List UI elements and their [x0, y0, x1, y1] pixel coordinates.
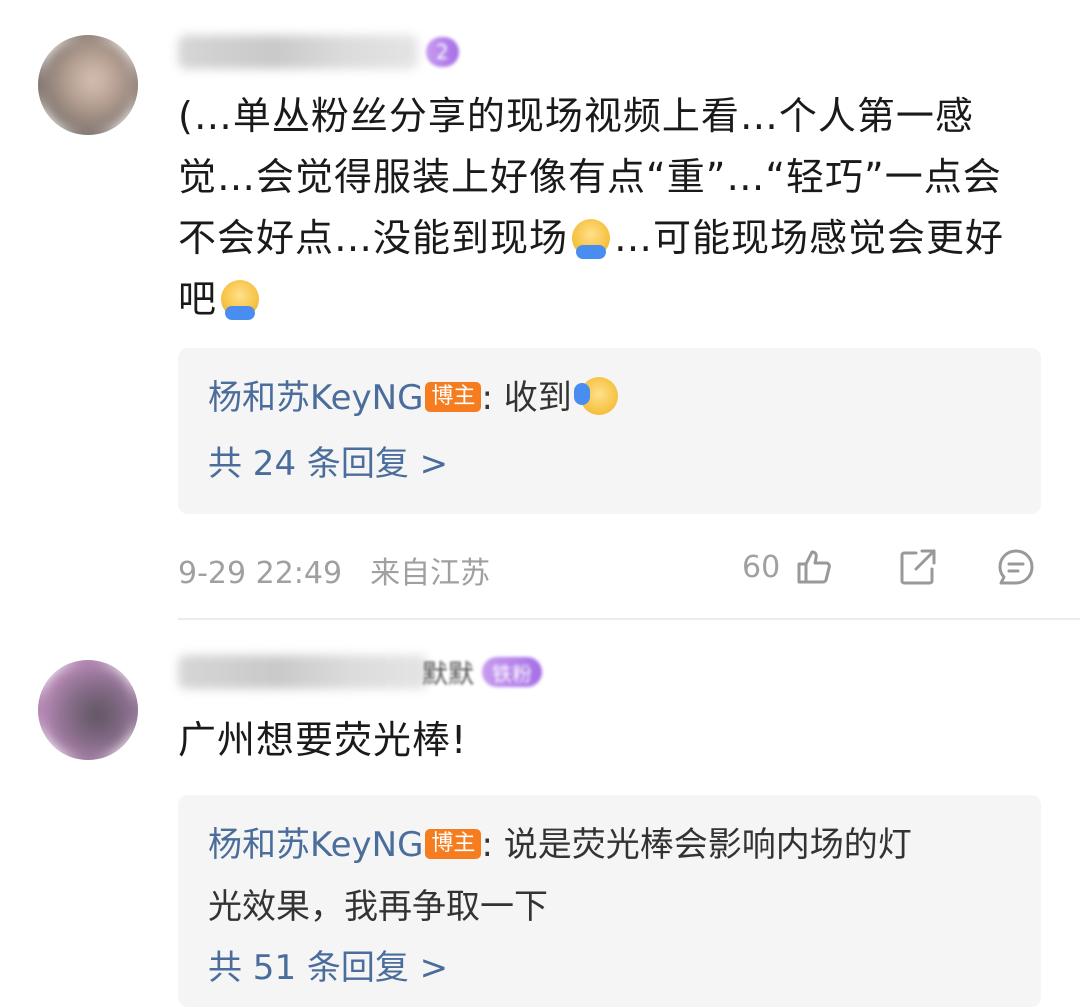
- comment-item: 2 (…单丛粉丝分享的现场视频上看…个人第一感觉…会觉得服装上好像有点“重”…“…: [0, 0, 1080, 618]
- reply-text-continued: 光效果，我再争取一下: [208, 887, 548, 927]
- salute-emoji-icon: [573, 377, 618, 415]
- reply-preview[interactable]: 杨和苏KeyNG 博主: 收到 共 24 条回复 >: [178, 348, 1041, 514]
- reply-line: 杨和苏KeyNG 博主: 收到: [208, 368, 1011, 429]
- username-blurred[interactable]: [178, 655, 428, 689]
- fan-badge[interactable]: 铁粉: [482, 657, 543, 687]
- thumbs-up-icon[interactable]: [794, 547, 834, 587]
- share-icon[interactable]: [898, 547, 938, 587]
- avatar[interactable]: [38, 35, 138, 135]
- comment-meta: 9-29 22:49 来自江苏: [178, 548, 490, 592]
- reply-line: 杨和苏KeyNG 博主: 说是荧光棒会影响内场的灯: [208, 815, 1011, 876]
- username-row[interactable]: 2: [178, 30, 459, 74]
- reply-preview[interactable]: 杨和苏KeyNG 博主: 说是荧光棒会影响内场的灯 光效果，我再争取一下 共 51…: [178, 795, 1041, 1007]
- avatar[interactable]: [38, 660, 138, 760]
- username-tail[interactable]: 默默: [422, 654, 474, 691]
- hug-emoji-icon: [572, 219, 611, 259]
- comment-item: 默默 铁粉 广州想要荧光棒! 杨和苏KeyNG 博主: 说是荧光棒会影响内场的灯 …: [0, 620, 1080, 1007]
- reply-text: : 收到: [481, 378, 572, 418]
- more-replies-link[interactable]: 共 51 条回复 >: [208, 938, 1011, 999]
- comment-text: (…单丛粉丝分享的现场视频上看…个人第一感觉…会觉得服装上好像有点“重”…“轻巧…: [178, 94, 1005, 321]
- fan-badge[interactable]: 2: [426, 37, 459, 67]
- like-count: 60: [742, 549, 781, 585]
- reply-author[interactable]: 杨和苏KeyNG: [208, 378, 423, 418]
- blogger-badge: 博主: [425, 829, 482, 859]
- location: 来自江苏: [370, 556, 491, 591]
- username-row[interactable]: 默默 铁粉: [178, 650, 543, 694]
- like-button[interactable]: 60: [742, 545, 834, 589]
- comment-icon[interactable]: [996, 547, 1036, 587]
- reply-author[interactable]: 杨和苏KeyNG: [208, 825, 423, 865]
- blogger-badge: 博主: [425, 382, 482, 412]
- username-blurred[interactable]: [178, 35, 418, 69]
- hug-emoji-icon: [221, 280, 260, 320]
- more-replies-link[interactable]: 共 24 条回复 >: [208, 434, 1011, 495]
- comment-text: 广州想要荧光棒!: [178, 718, 468, 762]
- timestamp: 9-29 22:49: [178, 556, 343, 591]
- reply-text: : 说是荧光棒会影响内场的灯: [481, 825, 912, 865]
